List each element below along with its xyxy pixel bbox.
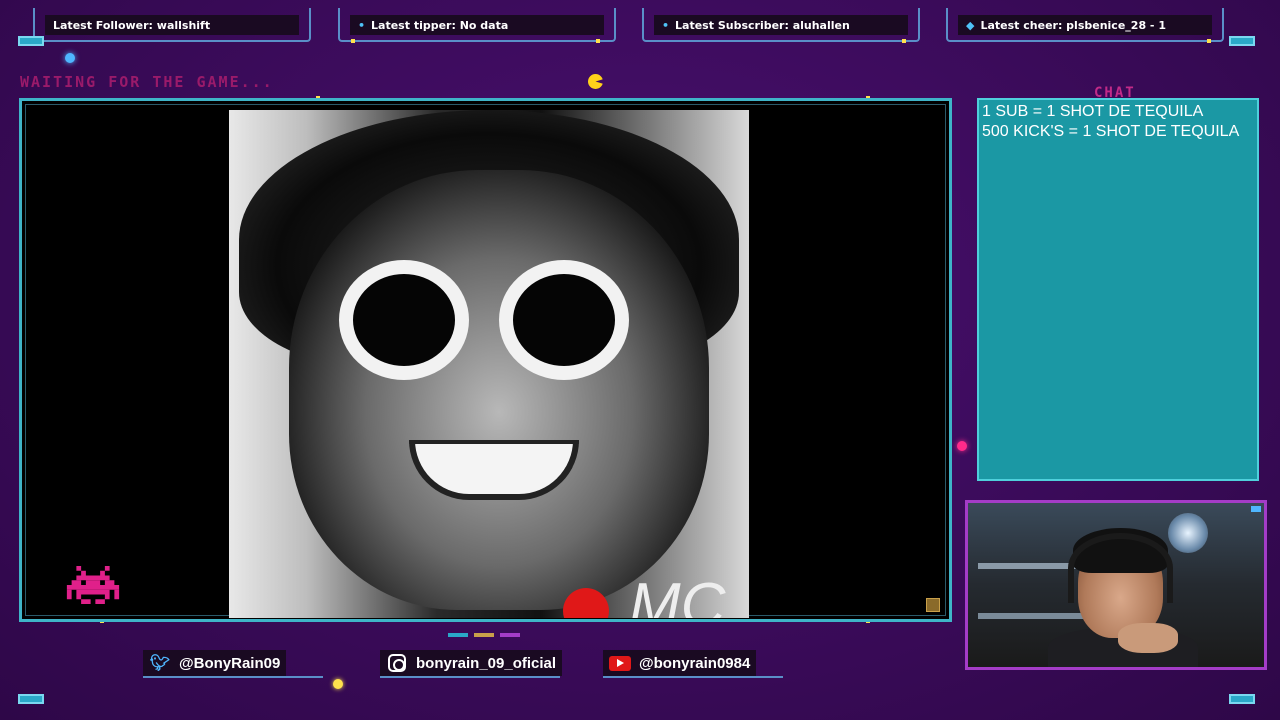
social-underline (603, 676, 783, 678)
decor-dot (902, 39, 906, 43)
latest-tipper-panel: • Latest tipper: No data (350, 15, 604, 35)
twitter-handle[interactable]: 🐦︎ @BonyRain09 (143, 650, 287, 676)
instagram-icon (388, 654, 406, 672)
twitter-bird-icon: 🐦︎ (149, 655, 171, 672)
latest-cheer-panel: ◆ Latest cheer: plsbenice_28 - 1 (958, 15, 1212, 35)
instagram-handle-text: bonyrain_09_oficial (416, 654, 557, 672)
subscriber-icon: • (662, 18, 670, 32)
webcam-frame (965, 500, 1267, 670)
glow-dot-icon (333, 679, 343, 689)
chat-panel: 1 SUB = 1 SHOT DE TEQUILA 500 KICK'S = 1… (977, 98, 1259, 481)
twitter-handle-text: @BonyRain09 (179, 654, 281, 672)
latest-cheer-text: Latest cheer: plsbenice_28 - 1 (980, 18, 1166, 32)
glow-dot-icon (65, 53, 75, 63)
latest-follower-panel: Latest Follower: wallshift (45, 15, 299, 35)
instagram-icon-wrap (386, 654, 408, 672)
image-face (289, 170, 709, 610)
webcam-person-hand (1118, 623, 1178, 653)
latest-subscriber-bar: • Latest Subscriber: aluhallen (642, 8, 920, 42)
latest-cheer-bar: ◆ Latest cheer: plsbenice_28 - 1 (946, 8, 1224, 42)
latest-subscriber-panel: • Latest Subscriber: aluhallen (654, 15, 908, 35)
latest-subscriber-text: Latest Subscriber: aluhallen (675, 18, 850, 32)
decor-dot (351, 39, 355, 43)
corner-tab-top-right (1229, 36, 1255, 46)
chat-message: 500 KICK'S = 1 SHOT DE TEQUILA (982, 123, 1240, 140)
latest-tipper-bar: • Latest tipper: No data (338, 8, 616, 42)
youtube-handle[interactable]: @bonyrain0984 (603, 650, 757, 676)
image-eye-left (339, 260, 469, 380)
social-underline (143, 676, 323, 678)
loading-bars-icon (448, 633, 520, 637)
latest-follower-text: Latest Follower: wallshift (53, 18, 211, 32)
diamond-icon: ◆ (966, 18, 975, 32)
latest-follower-bar: Latest Follower: wallshift (33, 8, 311, 42)
webcam-light (1168, 513, 1208, 553)
youtube-icon-wrap (609, 654, 631, 672)
glow-dot-icon (957, 441, 967, 451)
pacman-icon (588, 74, 603, 89)
corner-badge-icon (926, 598, 940, 612)
image-eye-right (499, 260, 629, 380)
corner-tab-top-left (18, 36, 44, 46)
youtube-handle-text: @bonyrain0984 (639, 654, 751, 672)
decor-dot (596, 39, 600, 43)
corner-tab-bottom-left (18, 694, 44, 704)
webcam-indicator-icon (1251, 506, 1261, 512)
space-invader-icon (66, 566, 120, 604)
latest-tipper-text: Latest tipper: No data (371, 18, 509, 32)
headset-icon (1068, 533, 1173, 603)
waiting-status: WAITING FOR THE GAME... (20, 73, 274, 91)
youtube-play-icon (609, 655, 631, 671)
image-overlay-text: MC (629, 571, 726, 618)
social-underline (380, 676, 560, 678)
game-capture-image: MC (229, 110, 749, 618)
tip-icon: • (358, 18, 366, 32)
corner-tab-bottom-right (1229, 694, 1255, 704)
chat-message: 1 SUB = 1 SHOT DE TEQUILA (982, 103, 1204, 120)
webcam-shelf (978, 613, 1088, 619)
instagram-handle[interactable]: bonyrain_09_oficial (380, 650, 563, 676)
decor-dot (1207, 39, 1211, 43)
